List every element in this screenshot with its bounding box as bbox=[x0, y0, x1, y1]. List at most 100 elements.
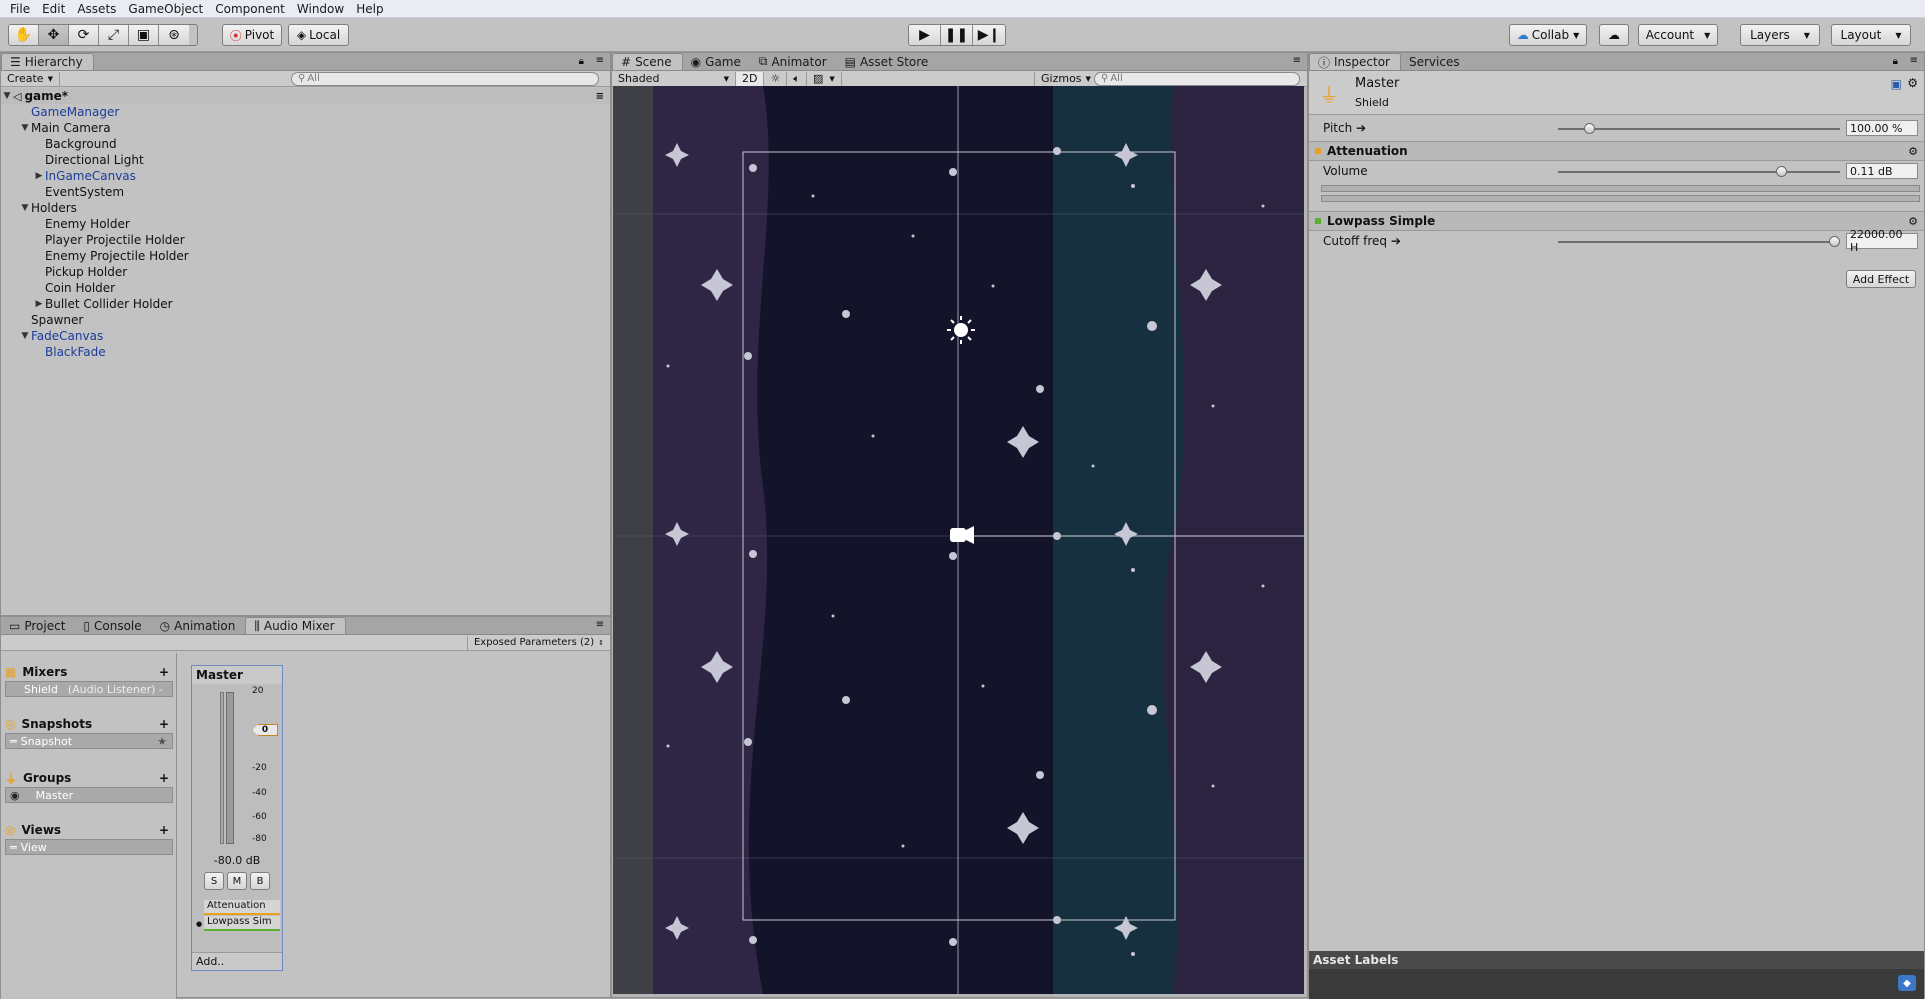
hierarchy-item[interactable]: Player Projectile Holder bbox=[1, 232, 610, 248]
tab-asset-store[interactable]: ▤ Asset Store bbox=[837, 53, 939, 70]
tag-icon[interactable]: ◆ bbox=[1898, 975, 1916, 991]
menu-component[interactable]: Component bbox=[209, 2, 291, 16]
menu-edit[interactable]: Edit bbox=[36, 2, 71, 16]
local-button[interactable]: ◈ Local bbox=[288, 24, 349, 46]
menu-file[interactable]: File bbox=[4, 2, 36, 16]
panel-menu-icon[interactable]: ≡ bbox=[596, 619, 604, 630]
tab-game[interactable]: ◉ Game bbox=[683, 53, 751, 70]
tab-animation[interactable]: ◷ Animation bbox=[152, 617, 246, 634]
scale-tool-icon[interactable]: ⤢ bbox=[99, 25, 129, 45]
volume-value-field[interactable]: 0.11 dB bbox=[1846, 163, 1918, 179]
scene-search-input[interactable]: ⚲ All bbox=[1094, 71, 1300, 86]
rotate-tool-icon[interactable]: ⟳ bbox=[69, 25, 99, 45]
cutoff-value-field[interactable]: 22000.00 H bbox=[1846, 228, 1918, 254]
exposed-parameters-dropdown[interactable]: Exposed Parameters (2) ⇕ bbox=[466, 635, 610, 650]
lighting-toggle[interactable]: ☼ bbox=[764, 71, 788, 86]
audio-toggle[interactable]: 🔈︎ bbox=[787, 71, 807, 86]
hierarchy-item[interactable]: Directional Light bbox=[1, 152, 610, 168]
layout-dropdown[interactable]: Layout ▼ bbox=[1831, 24, 1911, 46]
menu-help[interactable]: Help bbox=[350, 2, 389, 16]
add-effect-button[interactable]: Add Effect bbox=[1846, 270, 1916, 288]
expand-arrow-icon[interactable]: ▼ bbox=[19, 331, 31, 341]
hierarchy-item[interactable]: ▼ Holders bbox=[1, 200, 610, 216]
move-tool-icon[interactable]: ✥ bbox=[39, 25, 69, 45]
attenuation-header[interactable]: Attenuation ⚙ bbox=[1309, 141, 1924, 161]
tab-services[interactable]: Services bbox=[1401, 53, 1470, 70]
hierarchy-item[interactable]: ▼ Main Camera bbox=[1, 120, 610, 136]
hierarchy-item[interactable]: ▼ FadeCanvas bbox=[1, 328, 610, 344]
hierarchy-item[interactable]: Spawner bbox=[1, 312, 610, 328]
expand-arrow-icon[interactable]: ▼ bbox=[1, 91, 13, 101]
tab-project[interactable]: ▭ Project bbox=[1, 617, 75, 634]
hierarchy-item[interactable]: BlackFade bbox=[1, 344, 610, 360]
add-snapshot-icon[interactable]: + bbox=[159, 717, 169, 731]
expand-arrow-icon[interactable]: ▼ bbox=[19, 123, 31, 133]
mode-2d-toggle[interactable]: 2D bbox=[736, 71, 765, 86]
expand-arrow-icon[interactable]: ▼ bbox=[19, 203, 31, 213]
hierarchy-item[interactable]: Background bbox=[1, 136, 610, 152]
menu-assets[interactable]: Assets bbox=[71, 2, 122, 16]
pitch-slider-knob[interactable] bbox=[1584, 123, 1596, 134]
lock-icon[interactable]: 🔒︎ bbox=[1893, 56, 1898, 67]
volume-slider-track[interactable] bbox=[1558, 171, 1840, 173]
snapshot-item[interactable]: ═ Snapshot ★ bbox=[5, 733, 173, 749]
panel-menu-icon[interactable]: ≡ bbox=[596, 55, 604, 66]
pitch-slider-track[interactable] bbox=[1558, 128, 1840, 130]
scene-root-row[interactable]: ▼ ◁ game* ≡ bbox=[1, 88, 610, 104]
add-view-icon[interactable]: + bbox=[159, 823, 169, 837]
solo-button[interactable]: S bbox=[204, 872, 224, 890]
scene-viewport[interactable] bbox=[613, 86, 1304, 994]
add-group-icon[interactable]: + bbox=[159, 771, 169, 785]
hierarchy-item[interactable]: EventSystem bbox=[1, 184, 610, 200]
gear-icon[interactable]: ⚙ bbox=[1907, 76, 1918, 90]
add-effect-strip-button[interactable]: Add.. bbox=[192, 952, 282, 970]
tab-audio-mixer[interactable]: ⫼ Audio Mixer bbox=[245, 617, 346, 634]
rect-tool-icon[interactable]: ▣ bbox=[129, 25, 159, 45]
hand-tool-icon[interactable]: ✋ bbox=[9, 25, 39, 45]
gear-icon[interactable]: ⚙ bbox=[1908, 215, 1918, 228]
gear-icon[interactable]: ⚙ bbox=[1908, 145, 1918, 158]
shading-dropdown[interactable]: Shaded ▼ bbox=[612, 71, 736, 86]
panel-menu-icon[interactable]: ≡ bbox=[1293, 55, 1301, 66]
cloud-button[interactable]: ☁ bbox=[1599, 24, 1629, 46]
group-item-master[interactable]: ◉ Master bbox=[5, 787, 173, 803]
account-button[interactable]: Account ▼ bbox=[1638, 24, 1718, 46]
hierarchy-item[interactable]: ▶ InGameCanvas bbox=[1, 168, 610, 184]
menu-gameobject[interactable]: GameObject bbox=[122, 2, 209, 16]
bypass-button[interactable]: B bbox=[250, 872, 270, 890]
hierarchy-item[interactable]: ▶ Bullet Collider Holder bbox=[1, 296, 610, 312]
effect-lowpass[interactable]: Lowpass Sim bbox=[204, 916, 280, 931]
collab-button[interactable]: ☁ Collab ▼ bbox=[1509, 24, 1587, 46]
expand-arrow-icon[interactable]: ▶ bbox=[33, 171, 45, 181]
play-icon[interactable]: ▶ bbox=[909, 25, 941, 45]
create-button[interactable]: Create ▼ bbox=[1, 71, 60, 86]
transform-tool-icon[interactable]: ⊛ bbox=[159, 25, 189, 45]
effects-dropdown[interactable]: ▨ ▼ bbox=[807, 71, 842, 86]
scene-menu-icon[interactable]: ≡ bbox=[596, 91, 604, 102]
volume-fader-handle[interactable]: 0 bbox=[252, 724, 278, 736]
tab-inspector[interactable]: ⓘ Inspector bbox=[1309, 53, 1401, 70]
lowpass-header[interactable]: Lowpass Simple ⚙ bbox=[1309, 211, 1924, 231]
gizmos-dropdown[interactable]: Gizmos ▼ bbox=[1034, 71, 1098, 86]
expand-arrow-icon[interactable]: ▶ bbox=[33, 299, 45, 309]
effect-attenuation[interactable]: Attenuation bbox=[204, 900, 280, 915]
tab-hierarchy[interactable]: ☰ Hierarchy bbox=[1, 53, 94, 70]
tab-scene[interactable]: # Scene bbox=[612, 53, 683, 70]
layers-dropdown[interactable]: Layers ▼ bbox=[1740, 24, 1820, 46]
hierarchy-item[interactable]: Enemy Holder bbox=[1, 216, 610, 232]
pivot-button[interactable]: ⦿ Pivot bbox=[222, 24, 282, 46]
volume-slider-knob[interactable] bbox=[1775, 166, 1787, 177]
mixer-item-shield[interactable]: Shield (Audio Listener) - bbox=[5, 681, 173, 697]
eye-icon[interactable]: ◉ bbox=[10, 789, 20, 802]
step-icon[interactable]: ▶❙ bbox=[973, 25, 1005, 45]
pause-icon[interactable]: ❚❚ bbox=[941, 25, 973, 45]
master-channel-strip[interactable]: Master 20 -20 -40 -60 -80 0 -80.0 dB S M… bbox=[191, 665, 283, 971]
hierarchy-item[interactable]: Enemy Projectile Holder bbox=[1, 248, 610, 264]
cutoff-slider-track[interactable] bbox=[1558, 241, 1840, 243]
panel-menu-icon[interactable]: ≡ bbox=[1910, 55, 1918, 66]
hierarchy-item[interactable]: Coin Holder bbox=[1, 280, 610, 296]
camera-gizmo-icon[interactable] bbox=[950, 526, 974, 544]
lock-icon[interactable]: 🔒︎ bbox=[579, 56, 584, 67]
help-book-icon[interactable]: ▣ bbox=[1891, 77, 1902, 91]
star-icon[interactable]: ★ bbox=[157, 735, 167, 748]
